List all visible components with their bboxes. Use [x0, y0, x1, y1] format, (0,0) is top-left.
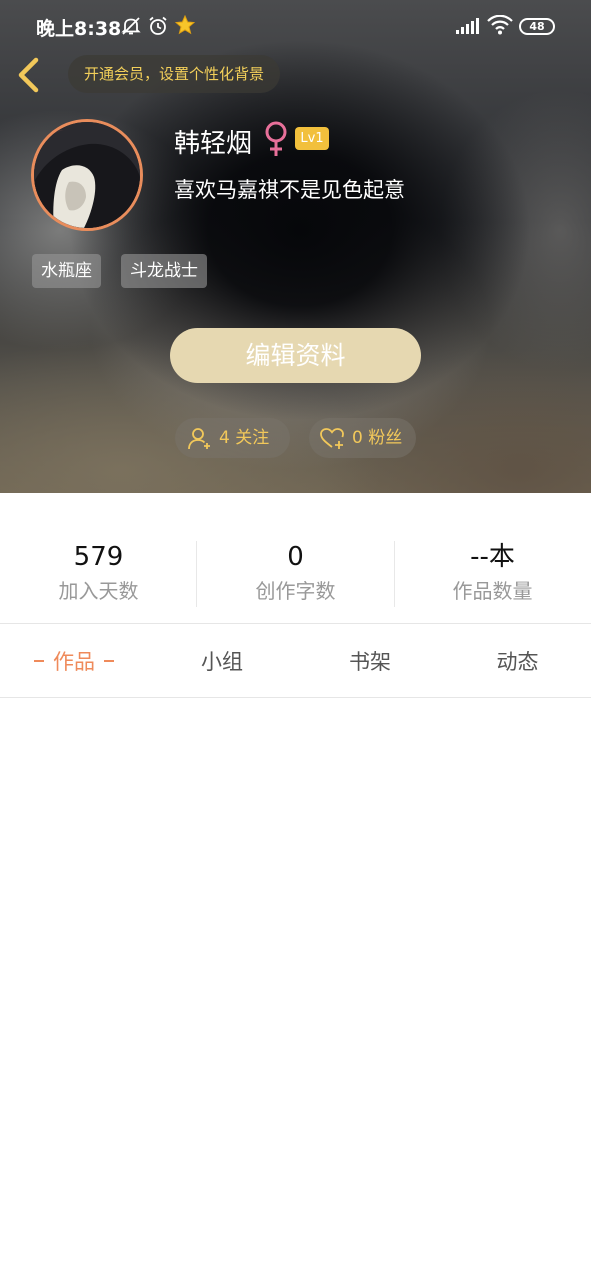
signal-icon — [456, 18, 479, 34]
back-button[interactable] — [12, 56, 46, 94]
tab-label: 动态 — [496, 650, 539, 674]
vip-banner[interactable]: 开通会员，设置个性化背景 — [68, 55, 281, 93]
tab-indicator-left — [34, 660, 44, 662]
tab-indicator-right — [104, 660, 114, 662]
alarm-icon — [149, 16, 167, 35]
edit-profile-button[interactable]: 编辑资料 — [170, 328, 421, 383]
stat-label: 作品数量 — [452, 579, 533, 603]
stats-row: 579 加入天数 0 创作字数 --本 作品数量 — [0, 525, 591, 625]
level-badge: Lv1 — [295, 127, 329, 150]
battery-icon: 48 — [519, 18, 555, 35]
tab-content — [0, 698, 591, 1280]
stat-word-count: 0 创作字数 — [197, 540, 394, 606]
stat-value: --本 — [470, 542, 515, 572]
stat-works-count: --本 作品数量 — [394, 540, 591, 606]
tab-feed[interactable]: 动态 — [444, 624, 591, 697]
tab-label: 书架 — [349, 650, 391, 674]
stat-value: 579 — [73, 542, 124, 572]
tab-label: 作品 — [53, 650, 95, 674]
bell-off-icon — [121, 17, 141, 35]
star-icon — [175, 15, 195, 35]
tab-groups[interactable]: 小组 — [148, 624, 296, 697]
tab-label: 小组 — [201, 650, 243, 674]
stat-value: 0 — [287, 542, 304, 572]
avatar-image — [34, 122, 140, 228]
chevron-left-icon — [18, 57, 39, 93]
profile-bio: 喜欢马嘉祺不是见色起意 — [174, 178, 405, 202]
status-time: 晚上8:38 — [36, 18, 122, 40]
heart-plus-icon — [320, 428, 344, 449]
fans-button[interactable]: 0 粉丝 — [309, 418, 416, 458]
profile-tag: 水瓶座 — [32, 254, 101, 288]
stat-label: 创作字数 — [255, 579, 336, 603]
stat-join-days: 579 加入天数 — [0, 540, 197, 606]
profile-header: 晚上8:38 48 开通会员，设置个性化背景 韩轻烟 Lv1 喜欢马嘉祺不是见色… — [0, 0, 591, 493]
username: 韩轻烟 — [174, 129, 253, 159]
following-count: 4 关注 — [219, 428, 270, 448]
add-user-icon — [188, 428, 210, 450]
female-icon — [265, 121, 287, 156]
following-button[interactable]: 4 关注 — [175, 418, 290, 458]
profile-tag: 斗龙战士 — [121, 254, 207, 288]
tab-works[interactable]: 作品 — [0, 624, 148, 697]
fans-count: 0 粉丝 — [352, 428, 403, 448]
status-bar: 晚上8:38 48 — [0, 0, 591, 44]
tab-bar: 作品 小组 书架 动态 — [0, 624, 591, 697]
tab-bookshelf[interactable]: 书架 — [296, 624, 444, 697]
avatar[interactable] — [31, 119, 143, 231]
wifi-icon — [487, 15, 513, 35]
stat-label: 加入天数 — [58, 579, 139, 603]
